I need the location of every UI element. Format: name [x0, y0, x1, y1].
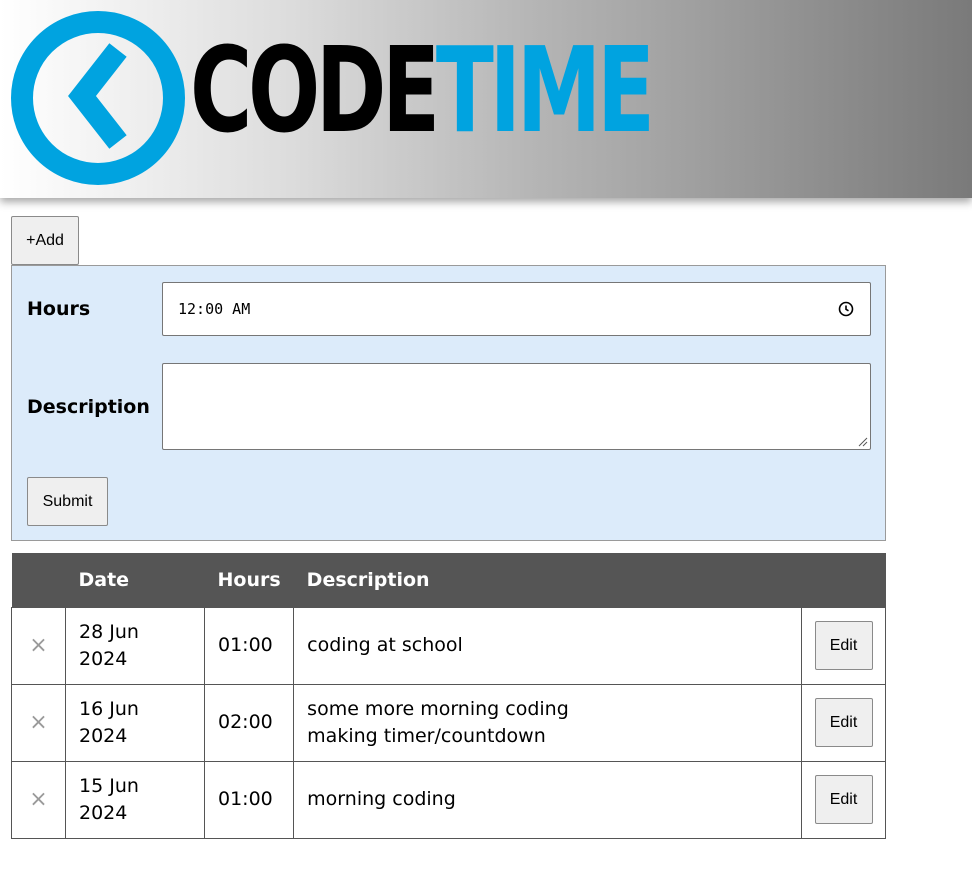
clock-icon[interactable]	[838, 301, 854, 317]
logo-code-text: CODE	[190, 21, 440, 159]
hours-time-input[interactable]: 12:00 AM	[162, 282, 871, 336]
site-logo: CODETIME	[190, 30, 655, 150]
hours-label: Hours	[27, 298, 91, 320]
entry-description: coding at school	[293, 606, 802, 685]
entry-description: morning coding	[293, 760, 802, 839]
entry-date: 15 Jun 2024	[65, 760, 205, 839]
entry-hours: 01:00	[203, 760, 295, 839]
hours-value: 12:00 AM	[178, 300, 251, 318]
entry-date: 28 Jun 2024	[65, 606, 205, 685]
table-row: × 16 Jun 2024 02:00 some more morning co…	[11, 683, 886, 762]
table-row: × 28 Jun 2024 01:00 coding at school Edi…	[11, 606, 886, 685]
edit-button[interactable]: Edit	[814, 621, 873, 670]
logo-time-text: TIME	[435, 21, 655, 159]
edit-button[interactable]: Edit	[814, 698, 873, 747]
header-hours: Hours	[204, 553, 294, 607]
header-delete	[11, 553, 66, 607]
entry-hours: 01:00	[203, 606, 295, 685]
description-line: some more morning coding	[307, 697, 569, 720]
header-description: Description	[293, 553, 802, 607]
header-edit	[801, 553, 886, 607]
delete-icon[interactable]: ×	[29, 786, 47, 813]
resize-handle-icon[interactable]	[858, 437, 868, 447]
description-line: making timer/countdown	[307, 724, 546, 747]
entry-date: 16 Jun 2024	[65, 683, 205, 762]
header-date: Date	[65, 553, 205, 607]
edit-button[interactable]: Edit	[814, 775, 873, 824]
entry-description: some more morning coding making timer/co…	[293, 683, 802, 762]
description-line: morning coding	[307, 788, 456, 810]
table-row: × 15 Jun 2024 01:00 morning coding Edit	[11, 760, 886, 839]
time-entries-table: Date Hours Description × 28 Jun 2024 01:…	[11, 553, 886, 839]
back-chevron-circle-icon	[11, 11, 185, 185]
delete-icon[interactable]: ×	[29, 709, 47, 736]
description-line: coding at school	[307, 634, 463, 656]
description-label: Description	[27, 396, 150, 418]
description-textarea[interactable]	[162, 363, 871, 450]
table-header-row: Date Hours Description	[11, 553, 886, 607]
entry-form: Hours 12:00 AM Description Submit	[11, 265, 886, 541]
site-header: CODETIME	[0, 0, 972, 198]
entry-hours: 02:00	[203, 683, 295, 762]
delete-icon[interactable]: ×	[29, 632, 47, 659]
submit-button[interactable]: Submit	[27, 477, 108, 526]
add-button[interactable]: +Add	[11, 216, 79, 265]
